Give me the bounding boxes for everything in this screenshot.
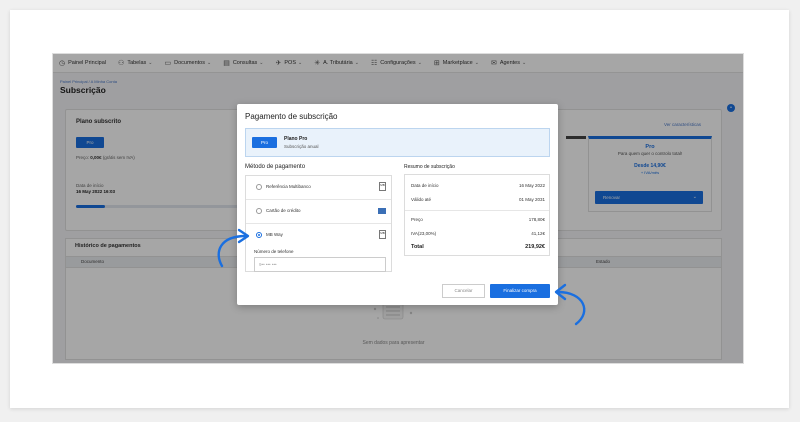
summary-valid-value: 01 May 2031	[518, 197, 545, 202]
phone-number-input[interactable]: 9•• ••• •••	[254, 257, 386, 272]
payment-modal: Pagamento de subscrição Pro Plano Pro Su…	[237, 104, 558, 305]
summary-total-label: Total	[411, 244, 424, 250]
subscription-summary: Data de início 16 May 2022 Válido até 01…	[404, 174, 550, 256]
payment-option-credit-card[interactable]: Cartão de crédito	[246, 200, 391, 224]
annotation-arrow-icon	[554, 283, 586, 326]
selected-plan-badge: Pro	[252, 137, 277, 148]
finish-purchase-button[interactable]: Finalizar compra	[490, 284, 550, 298]
summary-valid-label: Válido até	[411, 197, 432, 202]
summary-price-label: Preço	[411, 217, 423, 222]
summary-price-value: 178,80€	[528, 217, 545, 222]
payment-option-multibanco[interactable]: Referência Multibanco MB	[246, 176, 391, 200]
selected-plan-box: Pro Plano Pro Subscrição anual	[245, 128, 550, 157]
selected-plan-subtitle: Subscrição anual	[284, 144, 319, 149]
credit-card-icon	[378, 208, 386, 214]
payment-method-title: Método de pagamento	[245, 164, 306, 170]
summary-vat-value: 41,12€	[531, 231, 545, 236]
summary-vat-label: IVA(23,00%)	[411, 231, 437, 236]
mbway-icon: MB	[379, 230, 386, 239]
summary-divider	[405, 210, 549, 211]
summary-title: Resumo de subscrição	[404, 164, 455, 170]
summary-total-value: 219,92€	[525, 244, 545, 250]
summary-vat: IVA(23,00%) 41,12€	[411, 231, 545, 236]
option-label: MB Way	[266, 232, 283, 237]
summary-start-value: 16 May 2022	[518, 183, 545, 188]
summary-start-label: Data de início	[411, 183, 439, 188]
selected-plan-name: Plano Pro	[284, 136, 308, 142]
payment-option-mbway[interactable]: MB Way MB Número de telefone 9•• ••• •••	[246, 224, 391, 273]
summary-valid: Válido até 01 May 2031	[411, 197, 545, 202]
option-label: Cartão de crédito	[266, 208, 301, 213]
payment-method-list: Referência Multibanco MB Cartão de crédi…	[245, 175, 392, 272]
annotation-arrow-icon	[217, 228, 250, 268]
multibanco-icon: MB	[379, 182, 386, 191]
radio-mbway[interactable]	[256, 232, 262, 238]
radio-credit-card[interactable]	[256, 208, 262, 214]
cancel-button[interactable]: Cancelar	[442, 284, 485, 298]
modal-title: Pagamento de subscrição	[245, 112, 338, 121]
summary-start: Data de início 16 May 2022	[411, 183, 545, 188]
summary-total: Total 219,92€	[411, 244, 545, 250]
phone-number-label: Número de telefone	[254, 249, 294, 254]
option-label: Referência Multibanco	[266, 184, 311, 189]
summary-price: Preço 178,80€	[411, 217, 545, 222]
radio-multibanco[interactable]	[256, 184, 262, 190]
